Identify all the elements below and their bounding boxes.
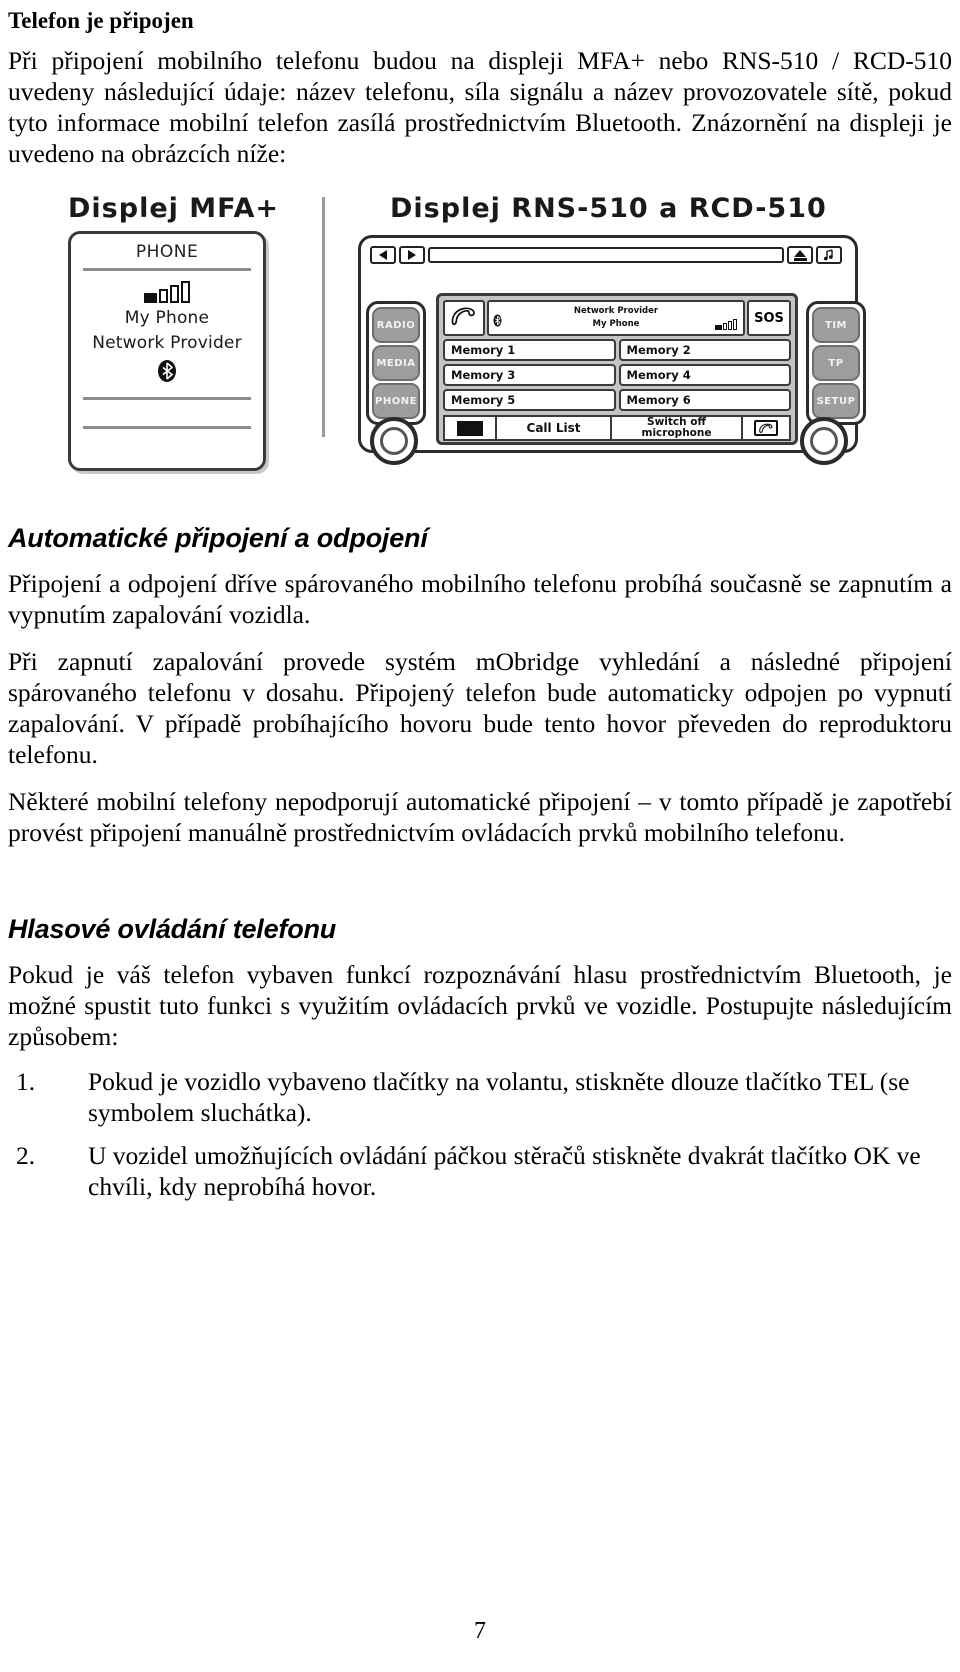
rotary-knob-right-icon[interactable] xyxy=(800,417,848,466)
section-heading-auto-connect: Automatické připojení a odpojení xyxy=(8,523,428,554)
intro-paragraph: Při připojení mobilního telefonu budou n… xyxy=(8,46,952,169)
switch-off-line-2: microphone xyxy=(641,427,712,440)
rns-screen: Network Provider My Phone SOS Memory 1 M… xyxy=(436,293,798,446)
mfa-divider-top xyxy=(83,268,251,272)
memory-button-4[interactable]: Memory 4 xyxy=(618,364,791,387)
screen-footer-bar: Call List Switch off microphone xyxy=(443,415,791,442)
tim-button[interactable]: TIM xyxy=(812,307,860,344)
mfa-screen-title: PHONE xyxy=(135,242,199,263)
setup-button[interactable]: SETUP xyxy=(812,383,860,420)
rotary-knob-left-icon[interactable] xyxy=(370,417,418,466)
voice-steps-list: 1. Pokud je vozidlo vybaveno tlačítky na… xyxy=(8,1066,952,1202)
right-hardkey-stack: TIM TP SETUP xyxy=(806,301,866,426)
mfa-phone-name: My Phone xyxy=(124,308,210,329)
tp-button[interactable]: TP xyxy=(812,345,860,382)
figure-divider xyxy=(322,197,325,438)
signal-strength-icon xyxy=(71,281,263,304)
voice-paragraph-1: Pokud je váš telefon vybaven funkcí rozp… xyxy=(8,960,952,1052)
handset-icon xyxy=(443,300,485,337)
page-number: 7 xyxy=(474,1618,486,1644)
memory-button-1[interactable]: Memory 1 xyxy=(443,339,616,362)
section-heading-voice-control: Hlasové ovládání telefonu xyxy=(8,914,337,945)
memory-button-3[interactable]: Memory 3 xyxy=(443,364,616,387)
screen-network-provider: Network Provider xyxy=(573,306,659,317)
bluetooth-icon xyxy=(493,314,502,327)
phone-button[interactable]: PHONE xyxy=(372,383,420,420)
memory-button-2[interactable]: Memory 2 xyxy=(618,339,791,362)
previous-track-icon[interactable] xyxy=(370,246,396,265)
bluetooth-icon xyxy=(71,359,263,383)
mfa-display-panel: PHONE My Phone Network Provider xyxy=(68,231,266,472)
left-hardkey-stack: RADIO MEDIA PHONE xyxy=(366,301,426,426)
rns-figure-title: Displej RNS-510 a RCD-510 xyxy=(390,193,827,225)
list-item-number: 2. xyxy=(16,1141,36,1171)
screen-header: Network Provider My Phone SOS xyxy=(443,300,791,337)
auto-paragraph-3: Některé mobilní telefony nepodporují aut… xyxy=(8,787,952,848)
eject-icon[interactable] xyxy=(787,246,813,265)
mfa-divider-bottom xyxy=(83,426,251,430)
black-block-icon[interactable] xyxy=(445,417,497,440)
signal-strength-icon xyxy=(715,319,737,331)
rns-top-bar xyxy=(370,245,842,265)
list-item-text: U vozidel umožňujících ovládání páčkou s… xyxy=(88,1141,921,1202)
switch-off-microphone-button[interactable]: Switch off microphone xyxy=(612,417,744,440)
list-item-number: 1. xyxy=(16,1067,36,1097)
screen-phone-name: My Phone xyxy=(592,319,640,330)
memory-button-6[interactable]: Memory 6 xyxy=(618,389,791,412)
screen-status-info: Network Provider My Phone xyxy=(487,300,745,337)
media-icon[interactable] xyxy=(816,246,842,265)
mfa-network-provider: Network Provider xyxy=(92,333,242,354)
document-page: Telefon je připojen Při připojení mobiln… xyxy=(0,0,960,1672)
call-list-button[interactable]: Call List xyxy=(497,417,612,440)
memory-button-5[interactable]: Memory 5 xyxy=(443,389,616,412)
display-illustration-figure: Displej MFA+ Displej RNS-510 a RCD-510 P… xyxy=(8,183,952,513)
media-button[interactable]: MEDIA xyxy=(372,345,420,382)
auto-paragraph-2: Při zapnutí zapalování provede systém mO… xyxy=(8,647,952,770)
list-item-text: Pokud je vozidlo vybaveno tlačítky na vo… xyxy=(88,1067,910,1128)
list-item: 2. U vozidel umožňujících ovládání páčko… xyxy=(8,1140,952,1202)
memory-button-grid: Memory 1 Memory 2 Memory 3 Memory 4 Memo… xyxy=(443,339,791,412)
sos-button[interactable]: SOS xyxy=(747,300,791,337)
rns-head-unit: RADIO MEDIA PHONE TIM TP SETUP Network P… xyxy=(352,231,872,471)
radio-button[interactable]: RADIO xyxy=(372,307,420,344)
cd-slot xyxy=(428,247,784,264)
auto-paragraph-1: Připojení a odpojení dříve spárovaného m… xyxy=(8,569,952,630)
mfa-figure-title: Displej MFA+ xyxy=(68,193,280,225)
next-track-icon[interactable] xyxy=(399,246,425,265)
page-title: Telefon je připojen xyxy=(8,8,194,33)
handset-button-icon[interactable] xyxy=(743,417,789,439)
list-item: 1. Pokud je vozidlo vybaveno tlačítky na… xyxy=(8,1066,952,1128)
